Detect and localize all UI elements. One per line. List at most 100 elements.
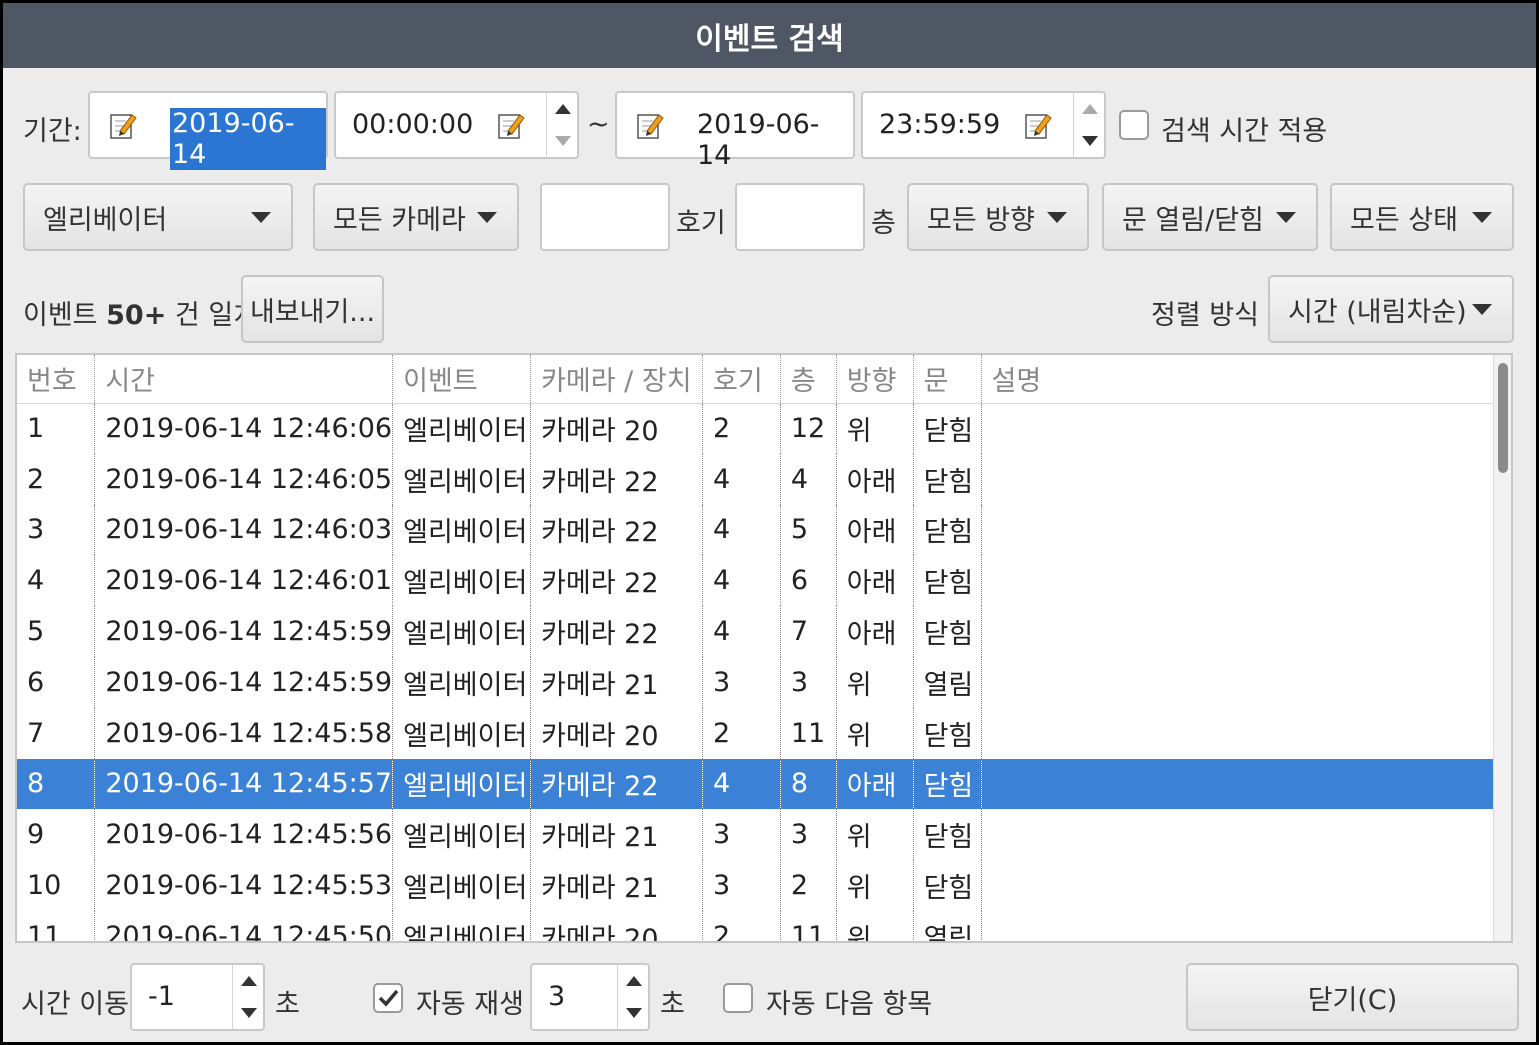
table-cell: 11 [17,910,96,941]
edit-pencil-icon[interactable] [496,111,526,141]
table-cell [981,809,1511,860]
table-cell: 카메라 22 [530,504,703,556]
floor-input[interactable] [735,183,865,251]
table-cell: 열림 [913,656,982,708]
table-cell: 위 [836,403,914,454]
column-header[interactable]: 설명 [981,355,1511,404]
table-row[interactable]: 3 2019-06-14 12:46:03 엘리베이터 카메라 22 4 5 아래 닫힘 [17,504,1511,556]
table-cell: 8 [780,758,837,810]
apply-search-time-checkbox[interactable] [1119,110,1149,140]
table-cell: 2019-06-14 12:45:50 [94,910,394,941]
table-row[interactable]: 8 2019-06-14 12:45:57 엘리베이터 카메라 22 4 8 아래 닫힘 [17,758,1511,810]
table-cell: 11 [780,707,837,759]
table-cell: 2 [702,403,781,454]
table-row[interactable]: 11 2019-06-14 12:45:50 엘리베이터 카메라 20 2 11 위 열림 [17,910,1511,941]
spin-down-icon[interactable] [1081,136,1098,146]
autoplay-spinner[interactable] [617,965,649,1029]
table-cell: 엘리베이터 [392,707,532,759]
table-cell: 5 [17,606,96,657]
table-row[interactable]: 4 2019-06-14 12:46:01 엘리베이터 카메라 22 4 6 아래 닫힘 [17,555,1511,607]
table-cell: 엘리베이터 [392,403,532,454]
start-date-value: 2019-06-14 [170,108,326,170]
direction-dropdown[interactable]: 모든 방향 [907,183,1089,251]
start-date-field[interactable]: 2019-06-14 [88,91,328,170]
column-header[interactable]: 호기 [702,355,781,404]
spin-down-icon[interactable] [554,136,571,146]
camera-dropdown[interactable]: 모든 카메라 [313,183,519,251]
period-label: 기간: [23,116,82,147]
export-button[interactable]: 내보내기... [241,275,384,343]
table-cell: 2019-06-14 12:45:57 [94,758,394,810]
spin-down-icon[interactable] [625,1008,642,1018]
column-header[interactable]: 이벤트 [392,355,532,404]
table-row[interactable]: 6 2019-06-14 12:45:59 엘리베이터 카메라 21 3 3 위 열림 [17,656,1511,708]
start-time-field[interactable]: 00:00:00 [334,91,579,159]
table-cell [981,505,1511,556]
unit-label: 호기 [676,208,726,239]
table-cell: 엘리베이터 [392,860,532,911]
edit-pencil-icon[interactable] [635,111,665,141]
table-cell: 4 [702,555,781,607]
column-header[interactable]: 방향 [836,355,914,404]
table-scrollbar[interactable] [1493,355,1511,941]
table-cell: 2019-06-14 12:46:01 [94,555,394,607]
spin-down-icon[interactable] [240,1008,257,1018]
result-count-text: 이벤트 50+ 건 일치 [23,293,258,332]
edit-pencil-icon[interactable] [1023,111,1053,141]
door-dropdown[interactable]: 문 열림/닫힘 [1102,183,1318,251]
table-cell: 닫힘 [913,707,982,759]
column-header[interactable]: 층 [780,355,837,404]
column-header[interactable]: 문 [913,355,982,404]
autoplay-interval-input[interactable]: 3 [530,963,650,1031]
scrollbar-thumb[interactable] [1498,363,1508,473]
dropdown-arrow-icon [1047,211,1067,223]
time-shift-input[interactable]: -1 [130,963,265,1031]
column-header[interactable]: 번호 [17,355,96,404]
table-row[interactable]: 1 2019-06-14 12:46:06 엘리베이터 카메라 20 2 12 위 닫힘 [17,403,1511,454]
table-row[interactable]: 9 2019-06-14 12:45:56 엘리베이터 카메라 21 3 3 위 닫힘 [17,809,1511,861]
table-cell: 3 [17,504,96,556]
time-shift-spinner[interactable] [232,965,264,1029]
column-header[interactable]: 시간 [94,355,394,404]
table-cell: 카메라 20 [530,910,703,941]
direction-value: 모든 방향 [927,204,1035,236]
table-cell: 4 [702,453,781,505]
table-cell [981,758,1511,810]
spin-up-icon[interactable] [625,976,642,986]
spin-up-icon[interactable] [240,976,257,986]
start-time-spinner[interactable] [546,93,578,157]
autoplay-checkbox[interactable] [373,983,403,1013]
table-cell [981,403,1511,454]
end-time-field[interactable]: 23:59:59 [861,91,1106,159]
table-cell: 카메라 21 [530,656,703,708]
table-row[interactable]: 5 2019-06-14 12:45:59 엘리베이터 카메라 22 4 7 아래 닫힘 [17,606,1511,657]
sort-dropdown[interactable]: 시간 (내림차순) [1268,275,1514,343]
spin-up-icon[interactable] [554,104,571,114]
event-table[interactable]: 번호 시간 이벤트 카메라 / 장치 호기 층 방향 문 설명 1 2019-06-14 12:4… [15,353,1513,943]
auto-next-checkbox[interactable] [723,983,753,1013]
table-cell: 11 [780,910,837,941]
table-cell: 2019-06-14 12:46:05 [94,453,394,505]
table-cell: 아래 [836,606,914,657]
table-row[interactable]: 2 2019-06-14 12:46:05 엘리베이터 카메라 22 4 4 아래 닫힘 [17,453,1511,505]
spin-up-icon[interactable] [1081,104,1098,114]
column-header[interactable]: 카메라 / 장치 [530,355,703,404]
window-title: 이벤트 검색 [3,3,1536,68]
table-cell: 닫힘 [913,809,982,861]
close-button[interactable]: 닫기(C) [1186,963,1519,1031]
start-time-value: 00:00:00 [352,109,474,140]
event-type-dropdown[interactable]: 엘리베이터 [23,183,293,251]
table-cell: 닫힘 [913,606,982,657]
end-time-spinner[interactable] [1073,93,1105,157]
table-cell: 카메라 20 [530,403,703,454]
table-row[interactable]: 10 2019-06-14 12:45:53 엘리베이터 카메라 21 3 2 위 닫힘 [17,860,1511,911]
table-cell [981,708,1511,759]
end-date-field[interactable]: 2019-06-14 [615,91,855,171]
table-cell: 2019-06-14 12:45:59 [94,656,394,708]
table-cell: 카메라 22 [530,453,703,505]
state-dropdown[interactable]: 모든 상태 [1330,183,1514,251]
table-cell: 3 [702,860,781,911]
unit-number-input[interactable] [540,183,670,251]
table-row[interactable]: 7 2019-06-14 12:45:58 엘리베이터 카메라 20 2 11 위 닫힘 [17,707,1511,759]
edit-pencil-icon[interactable] [108,111,138,141]
